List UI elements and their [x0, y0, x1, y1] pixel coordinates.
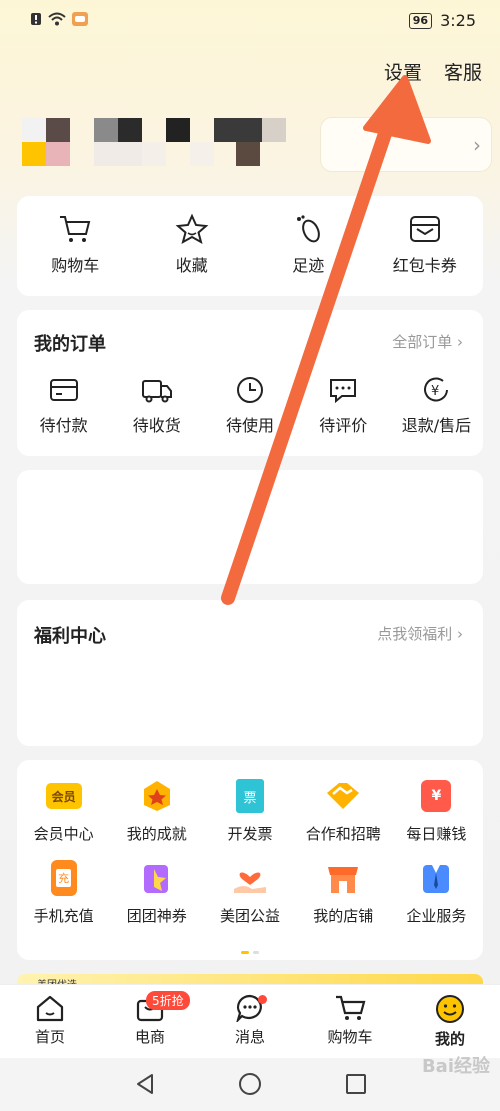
quick-link-cart[interactable]: 购物车 [17, 196, 134, 296]
orders-title: 我的订单 [34, 334, 106, 355]
wifi-icon [48, 12, 66, 26]
star-icon [175, 214, 209, 244]
service-my-shop[interactable]: 我的店铺 [297, 858, 390, 926]
charity-icon [230, 858, 270, 898]
quick-link-favorites[interactable]: 收藏 [134, 196, 251, 296]
tab-home[interactable]: 首页 [0, 985, 100, 1058]
chat-icon [330, 379, 357, 404]
battery-indicator: 96 [408, 12, 433, 29]
unread-dot [258, 995, 267, 1004]
service-coupons[interactable]: 团团神券 [110, 858, 203, 926]
shop-icon [323, 858, 363, 898]
svg-text:¥: ¥ [431, 384, 439, 399]
tab-cart[interactable]: 购物车 [300, 985, 400, 1058]
order-pending-review[interactable]: 待评价 [297, 376, 390, 436]
quick-link-label: 红包卡券 [392, 256, 457, 275]
order-pending-use[interactable]: 待使用 [203, 376, 296, 436]
quick-link-label: 购物车 [51, 256, 100, 275]
header-links: 设置 客服 [384, 58, 482, 85]
quick-links-card: 购物车 收藏 足迹 红包卡券 [17, 196, 483, 296]
member-card[interactable]: › [320, 117, 492, 172]
user-profile-mosaic[interactable] [22, 118, 292, 166]
welfare-title: 福利中心 [34, 626, 106, 647]
status-icons-right: 96 3:25 [408, 11, 476, 30]
recents-icon[interactable] [344, 1072, 368, 1096]
customer-service-link[interactable]: 客服 [444, 58, 482, 85]
welfare-center-card: 福利中心 点我领福利 › [17, 600, 483, 746]
service-invoice[interactable]: 票 开发票 [203, 776, 296, 844]
promo-badge: 5折抢 [146, 991, 190, 1010]
chevron-right-icon: › [473, 133, 481, 157]
status-bar: 96 3:25 [0, 0, 500, 40]
order-label: 待使用 [226, 416, 275, 435]
order-label: 待收货 [132, 416, 181, 435]
card-icon [49, 379, 78, 401]
service-daily-earn[interactable]: ¥ 每日赚钱 [390, 776, 483, 844]
wallet-icon [409, 216, 440, 242]
truck-icon [141, 380, 172, 403]
handshake-icon [323, 776, 363, 816]
service-charity[interactable]: 美团公益 [203, 858, 296, 926]
refund-icon: ¥ [424, 377, 449, 402]
quick-link-label: 足迹 [292, 256, 325, 275]
bottom-tab-bar: 首页 电商 5折抢 消息 购物车 我的 [0, 984, 500, 1058]
welfare-link[interactable]: 点我领福利 › [377, 623, 463, 644]
coupon-icon [137, 858, 177, 898]
service-enterprise[interactable]: 企业服务 [390, 858, 483, 926]
quick-link-label: 收藏 [175, 256, 208, 275]
order-label: 退款/售后 [401, 416, 472, 435]
service-cooperation[interactable]: 合作和招聘 [297, 776, 390, 844]
clock-icon [237, 377, 263, 403]
service-achievements[interactable]: 我的成就 [110, 776, 203, 844]
status-icons-left [30, 12, 88, 26]
order-label: 待评价 [319, 416, 368, 435]
invoice-icon: 票 [230, 776, 270, 816]
chevron-right-icon: › [457, 625, 463, 643]
recharge-icon: 充 [44, 858, 84, 898]
settings-link[interactable]: 设置 [384, 58, 422, 85]
cart-icon [60, 216, 91, 242]
enterprise-icon [416, 858, 456, 898]
tab-mine[interactable]: 我的 [400, 985, 500, 1058]
achievement-icon [137, 776, 177, 816]
quick-link-footprint[interactable]: 足迹 [250, 196, 367, 296]
order-pending-payment[interactable]: 待付款 [17, 376, 110, 436]
my-orders-card: 我的订单 全部订单 › 待付款 待收货 待使用 待评价 ¥ 退款/售后 [17, 310, 483, 456]
order-label: 待付款 [39, 416, 88, 435]
clock-time: 3:25 [440, 11, 476, 30]
page-indicator [241, 951, 259, 954]
footprint-icon [297, 215, 321, 243]
tab-messages[interactable]: 消息 [200, 985, 300, 1058]
order-refund[interactable]: ¥ 退款/售后 [390, 376, 483, 436]
mine-icon [436, 995, 464, 1023]
watermark-text: Bai经验 [421, 1056, 490, 1077]
quick-link-coupons[interactable]: 红包卡券 [367, 196, 484, 296]
services-card: 会员 会员中心 我的成就 票 开发票 合作和招聘 ¥ 每日赚钱 充 手机充值 团… [17, 760, 483, 960]
order-pending-receipt[interactable]: 待收货 [110, 376, 203, 436]
service-phone-recharge[interactable]: 充 手机充值 [17, 858, 110, 926]
chat-app-icon [72, 12, 88, 26]
member-icon: 会员 [44, 776, 84, 816]
alert-icon [31, 13, 41, 25]
cart-icon [336, 995, 366, 1020]
chevron-right-icon: › [457, 333, 463, 351]
earn-icon: ¥ [416, 776, 456, 816]
back-icon[interactable] [133, 1072, 157, 1096]
service-member-center[interactable]: 会员 会员中心 [17, 776, 110, 844]
home-button-icon[interactable] [238, 1072, 262, 1096]
all-orders-link[interactable]: 全部订单 › [392, 331, 463, 352]
tab-ecommerce[interactable]: 电商 5折抢 [100, 985, 200, 1058]
home-icon [36, 995, 64, 1022]
empty-content-card [17, 470, 483, 584]
